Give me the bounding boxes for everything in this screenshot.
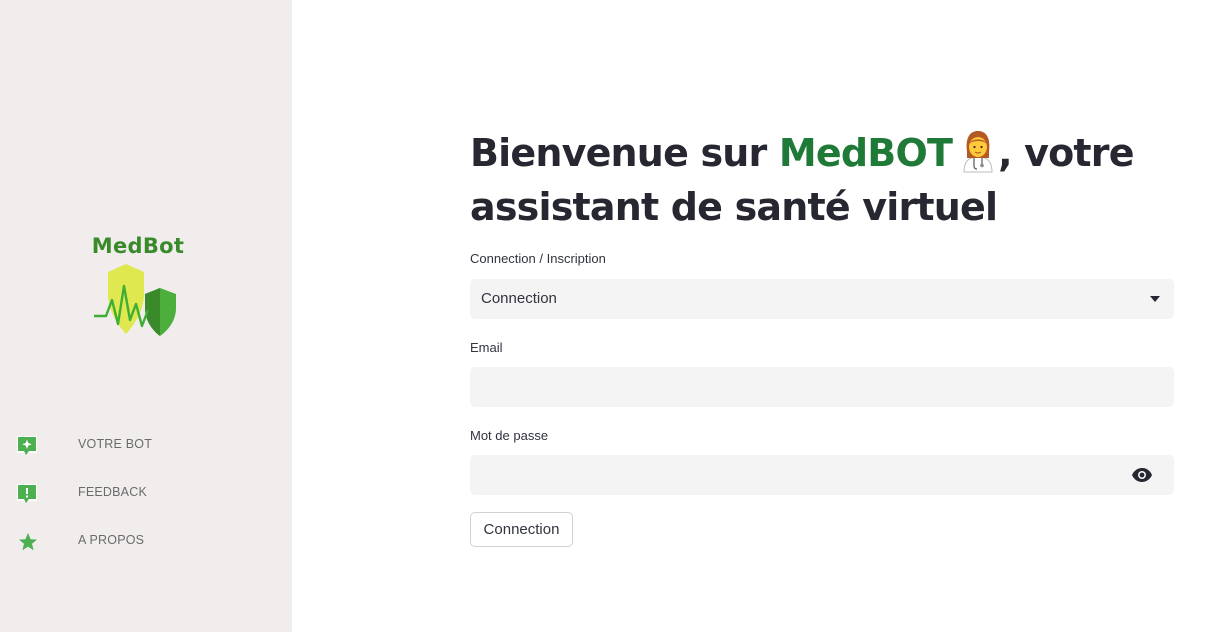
password-field-wrapper	[470, 455, 1174, 495]
caret-down-icon	[1150, 296, 1160, 302]
sidebar-item-label: A PROPOS	[78, 533, 145, 547]
page-title: Bienvenue sur MedBOT , votre assistant d…	[470, 126, 1170, 234]
auth-mode-select[interactable]: Connection	[470, 279, 1174, 319]
sidebar-item-label: VOTRE BOT	[78, 437, 153, 451]
woman-health-worker-icon	[963, 131, 993, 173]
title-brand: MedBOT	[778, 131, 953, 175]
email-label: Email	[470, 340, 503, 355]
title-prefix: Bienvenue sur	[470, 131, 779, 175]
star-icon	[19, 533, 37, 551]
password-field[interactable]	[470, 455, 1174, 495]
chat-sparkle-icon	[17, 436, 37, 455]
medbot-logo: MedBot	[86, 234, 190, 344]
connection-button[interactable]: Connection	[470, 512, 573, 547]
auth-mode-value: Connection	[481, 290, 557, 307]
logo-text: MedBot	[91, 234, 185, 258]
chat-alert-icon	[17, 484, 37, 503]
eye-icon[interactable]	[1132, 468, 1152, 482]
main-content: Bienvenue sur MedBOT , votre assistant d…	[292, 0, 1212, 632]
password-label: Mot de passe	[470, 428, 549, 443]
sidebar-item-label: FEEDBACK	[78, 485, 147, 499]
auth-mode-label: Connection / Inscription	[470, 251, 606, 266]
shield-heartbeat-icon	[94, 264, 176, 336]
sidebar-item-votre-bot[interactable]: VOTRE BOT	[0, 428, 292, 476]
email-field-wrapper	[470, 367, 1174, 407]
email-field[interactable]	[470, 367, 1174, 407]
sidebar-item-a-propos[interactable]: A PROPOS	[0, 524, 292, 572]
sidebar: MedBot VOTRE BOT FEEDBACK A PROPOS	[0, 0, 292, 632]
sidebar-item-feedback[interactable]: FEEDBACK	[0, 476, 292, 524]
sidebar-nav: VOTRE BOT FEEDBACK A PROPOS	[0, 428, 292, 572]
